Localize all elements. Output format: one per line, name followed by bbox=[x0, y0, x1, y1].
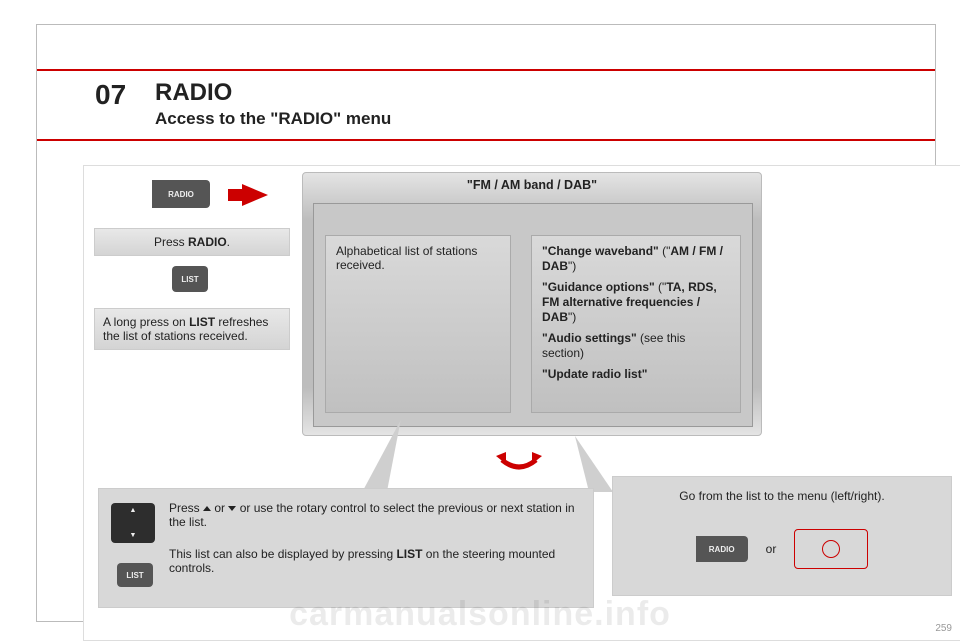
chapter-subtitle: Access to the "RADIO" menu bbox=[155, 109, 935, 129]
menu-item: "Audio settings" bbox=[542, 331, 637, 345]
go-text: Go from the list to the menu (left/right… bbox=[625, 489, 939, 503]
text-bold: LIST bbox=[189, 315, 215, 329]
menu-item: "Update radio list" bbox=[542, 367, 647, 381]
list-button-graphic: LIST bbox=[117, 563, 153, 587]
rotary-control-graphic bbox=[794, 529, 868, 569]
up-down-button-graphic: ▲ ▼ bbox=[111, 503, 155, 543]
arrow-right-icon bbox=[242, 184, 268, 206]
t: LIST bbox=[396, 547, 422, 561]
navigation-callout: ▲ ▼ LIST Press or or use the rotary cont… bbox=[98, 488, 594, 608]
down-triangle-icon: ▼ bbox=[111, 532, 155, 539]
t: This list can also be displayed by press… bbox=[169, 547, 396, 561]
text: Press bbox=[154, 235, 188, 249]
t: ") bbox=[568, 310, 576, 324]
page-frame: 07 RADIO Access to the "RADIO" menu RADI… bbox=[36, 24, 936, 622]
screen-title: "FM / AM band / DAB" bbox=[303, 173, 761, 197]
t: or bbox=[211, 501, 228, 515]
long-press-list-note: A long press on LIST refreshes the list … bbox=[94, 308, 290, 350]
text-bold: RADIO bbox=[188, 235, 227, 249]
menu-pane: "Change waveband" ("AM / FM / DAB") "Gui… bbox=[531, 235, 741, 413]
press-radio-note: Press RADIO. bbox=[94, 228, 290, 256]
nav-line1: Press or or use the rotary control to se… bbox=[169, 501, 581, 529]
radio-button-graphic: RADIO bbox=[696, 536, 748, 562]
nav-line2: This list can also be displayed by press… bbox=[169, 547, 581, 575]
t: ") bbox=[568, 259, 576, 273]
radio-screen-mock: "FM / AM band / DAB" Alphabetical list o… bbox=[302, 172, 762, 436]
text: . bbox=[227, 235, 230, 249]
left-pane-text: Alphabetical list of stations received. bbox=[336, 244, 477, 272]
up-triangle-icon: ▲ bbox=[111, 507, 155, 514]
list-button-graphic: LIST bbox=[172, 266, 208, 292]
t: (" bbox=[655, 280, 667, 294]
radio-button-graphic: RADIO bbox=[152, 180, 210, 208]
title-bar: RADIO Access to the "RADIO" menu bbox=[37, 69, 935, 141]
go-from-list-callout: Go from the list to the menu (left/right… bbox=[612, 476, 952, 596]
swap-arrows-icon bbox=[494, 440, 544, 470]
text: A long press on bbox=[103, 315, 189, 329]
menu-item: "Change waveband" bbox=[542, 244, 659, 258]
t: Press bbox=[169, 501, 203, 515]
callout-pointer-icon bbox=[563, 436, 613, 492]
up-triangle-icon bbox=[203, 506, 211, 511]
chapter-title: RADIO bbox=[155, 79, 935, 107]
content-area: RADIO Press RADIO. LIST A long press on … bbox=[83, 165, 960, 641]
t: (" bbox=[659, 244, 671, 258]
menu-item: "Guidance options" bbox=[542, 280, 655, 294]
or-text: or bbox=[766, 542, 777, 556]
page-number: 259 bbox=[935, 623, 952, 634]
stations-list-pane: Alphabetical list of stations received. bbox=[325, 235, 511, 413]
rotary-knob-icon bbox=[822, 540, 840, 558]
